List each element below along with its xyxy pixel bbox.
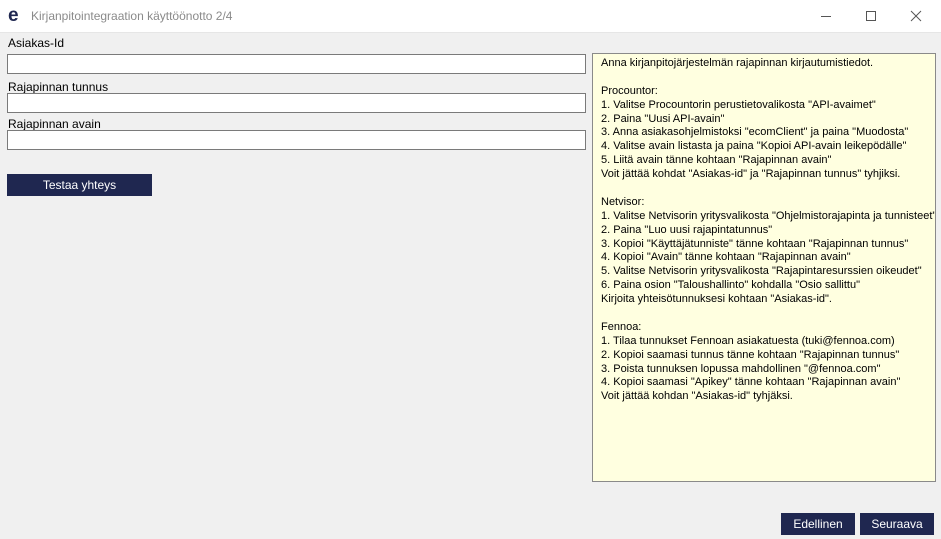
instructions-panel: Anna kirjanpitojärjestelmän rajapinnan k… bbox=[592, 53, 936, 482]
instruction-line: 3. Poista tunnuksen lopussa mahdollinen … bbox=[601, 362, 881, 375]
instruction-line: Netvisor: bbox=[601, 195, 645, 208]
previous-button[interactable]: Edellinen bbox=[781, 513, 855, 535]
instruction-line: Fennoa: bbox=[601, 320, 642, 333]
api-key-label: Rajapinnan avain bbox=[8, 117, 101, 131]
minimize-icon bbox=[821, 16, 831, 17]
instruction-line: 2. Kopioi saamasi tunnus tänne kohtaan "… bbox=[601, 348, 900, 361]
instruction-line: 5. Liitä avain tänne kohtaan "Rajapinnan… bbox=[601, 154, 832, 167]
api-id-input[interactable] bbox=[7, 93, 586, 113]
instruction-line: Voit jättää kohdan "Asiakas-id" tyhjäksi… bbox=[601, 390, 793, 403]
maximize-icon bbox=[866, 11, 876, 21]
instruction-line bbox=[601, 182, 927, 196]
instruction-line: Procountor: bbox=[601, 84, 658, 97]
app-logo-letter: e bbox=[8, 6, 19, 24]
next-button[interactable]: Seuraava bbox=[860, 513, 934, 535]
instruction-line bbox=[601, 71, 927, 85]
instruction-line bbox=[601, 307, 927, 321]
minimize-button[interactable] bbox=[803, 0, 849, 32]
instruction-line: 4. Valitse avain listasta ja paina "Kopi… bbox=[601, 140, 907, 153]
dialog-content: Asiakas-Id Rajapinnan tunnus Rajapinnan … bbox=[0, 33, 941, 539]
close-icon bbox=[910, 10, 922, 22]
instruction-line: 4. Kopioi saamasi "Apikey" tänne kohtaan… bbox=[601, 376, 901, 389]
instruction-line: Anna kirjanpitojärjestelmän rajapinnan k… bbox=[601, 57, 874, 69]
instruction-line: 3. Anna asiakasohjelmistoksi "ecomClient… bbox=[601, 126, 909, 139]
instruction-line: 6. Paina osion "Taloushallinto" kohdalla… bbox=[601, 279, 860, 292]
api-id-label: Rajapinnan tunnus bbox=[8, 80, 109, 94]
window-titlebar[interactable]: e Kirjanpitointegraation käyttöönotto 2/… bbox=[0, 0, 941, 33]
instruction-line: 2. Paina "Uusi API-avain" bbox=[601, 112, 725, 125]
close-button[interactable] bbox=[893, 0, 939, 32]
instruction-line: 1. Tilaa tunnukset Fennoan asiakatuesta … bbox=[601, 334, 895, 347]
instruction-line: 1. Valitse Netvisorin yritysvalikosta "O… bbox=[601, 209, 936, 222]
instruction-line: 4. Kopioi "Avain" tänne kohtaan "Rajapin… bbox=[601, 251, 851, 264]
instruction-line: 2. Paina "Luo uusi rajapintatunnus" bbox=[601, 223, 773, 236]
api-key-input[interactable] bbox=[7, 130, 586, 150]
instruction-line: Voit jättää kohdat "Asiakas-id" ja "Raja… bbox=[601, 168, 901, 181]
test-connection-button[interactable]: Testaa yhteys bbox=[7, 174, 152, 196]
instruction-line: 1. Valitse Procountorin perustietovaliko… bbox=[601, 98, 876, 111]
app-logo-icon: e bbox=[8, 6, 19, 24]
maximize-button[interactable] bbox=[848, 0, 894, 32]
customer-id-input[interactable] bbox=[7, 54, 586, 74]
customer-id-label: Asiakas-Id bbox=[8, 36, 65, 50]
instruction-line: Kirjoita yhteisötunnuksesi kohtaan "Asia… bbox=[601, 293, 832, 306]
instruction-line: 5. Valitse Netvisorin yritysvalikosta "R… bbox=[601, 265, 922, 278]
instruction-line: 3. Kopioi "Käyttäjätunniste" tänne kohta… bbox=[601, 237, 909, 250]
window-title: Kirjanpitointegraation käyttöönotto 2/4 bbox=[31, 9, 233, 23]
